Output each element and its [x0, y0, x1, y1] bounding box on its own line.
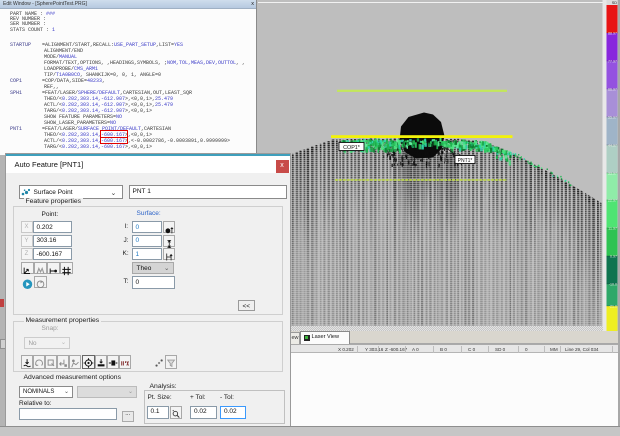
svg-text:11.97: 11.97	[608, 227, 617, 231]
svg-text:0.97: 0.97	[610, 255, 617, 259]
svg-text:88.97: 88.97	[608, 32, 617, 36]
svg-text:-10.0: -10.0	[609, 283, 617, 287]
svg-text:77.97: 77.97	[608, 60, 617, 64]
svg-text:66.97: 66.97	[608, 88, 617, 92]
svg-text:33.97: 33.97	[608, 172, 617, 176]
svg-text:PNT1*: PNT1*	[458, 158, 473, 164]
svg-text:COP1*: COP1*	[343, 145, 361, 151]
svg-text:44.97: 44.97	[608, 144, 617, 148]
svg-text:-21.0: -21.0	[609, 305, 617, 309]
svg-text:22.97: 22.97	[608, 199, 617, 203]
svg-text:SD: SD	[612, 1, 618, 5]
svg-text:55.97: 55.97	[608, 116, 617, 120]
